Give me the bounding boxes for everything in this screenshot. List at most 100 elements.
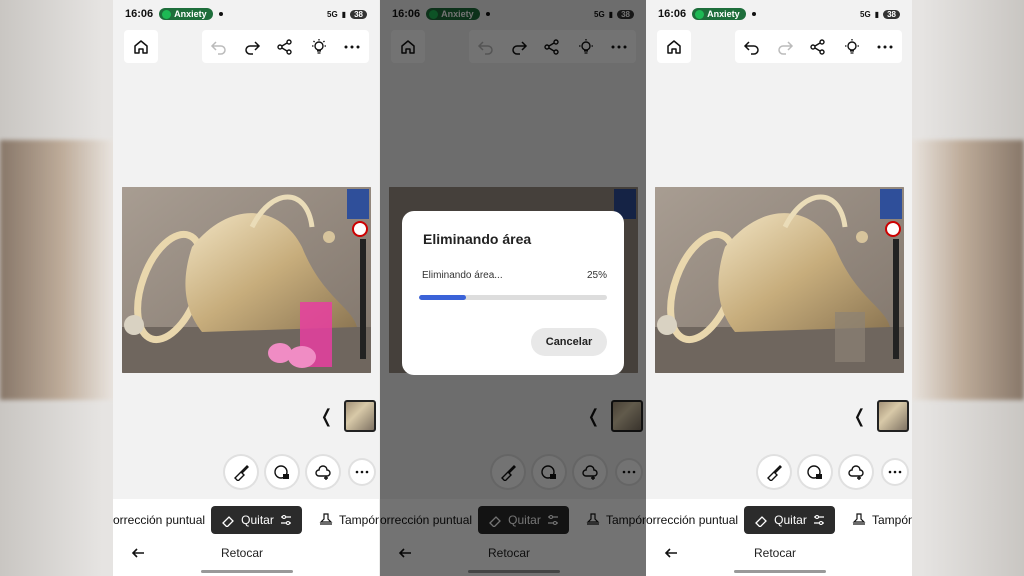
brush-tool-button[interactable] (225, 456, 257, 488)
mode-spot-correction[interactable]: orrección puntual (113, 513, 205, 527)
home-button[interactable] (124, 30, 158, 63)
photo-canvas[interactable] (122, 187, 371, 373)
status-time: 16:06 (125, 8, 154, 20)
undo-button[interactable] (209, 37, 229, 57)
signal-icon: ▮ (341, 9, 347, 19)
spotify-pill[interactable]: Anxiety (692, 8, 746, 20)
status-time: 16:06 (658, 8, 687, 20)
status-right: 5G ▮ 38 (860, 9, 900, 19)
lightbulb-icon (311, 38, 326, 54)
redo-button[interactable] (775, 37, 795, 57)
share-icon (810, 38, 826, 55)
redo-button[interactable] (242, 37, 262, 57)
signal-icon: ▮ (874, 9, 880, 19)
arrow-left-icon[interactable] (664, 546, 678, 560)
home-indicator (734, 570, 826, 573)
phone-screen-processing: 16:06 Anxiety 5G ▮ 38 ❬ or (380, 0, 646, 576)
spotify-label: Anxiety (174, 9, 207, 19)
more-icon (344, 45, 360, 48)
cloud-add-tool-button[interactable] (840, 456, 872, 488)
undo-button[interactable] (742, 37, 762, 57)
mode-selector: orrección puntual Quitar Tampón (646, 506, 912, 534)
mode-spot-correction[interactable]: orrección puntual (646, 513, 738, 527)
dialog-title: Eliminando área (423, 231, 532, 247)
share-icon (277, 38, 293, 55)
mode-stamp[interactable]: Tampón (319, 513, 379, 527)
mode-remove-label: Quitar (774, 513, 807, 527)
progress-percent: 25% (586, 270, 607, 281)
brush-icon (767, 465, 782, 481)
stamp-icon (319, 513, 333, 525)
more-tools-button[interactable] (883, 460, 907, 484)
lightbulb-icon (844, 38, 859, 54)
brush-icon (234, 465, 249, 481)
brush-tool-button[interactable] (758, 456, 790, 488)
more-icon (877, 45, 893, 48)
cloud-add-tool-button[interactable] (307, 456, 339, 488)
spotify-label: Anxiety (707, 9, 740, 19)
tips-button[interactable] (842, 37, 862, 57)
bottom-bar: orrección puntual Quitar Tampón Retocar (113, 499, 379, 576)
progress-track (419, 295, 607, 300)
sliders-icon[interactable] (280, 514, 292, 526)
nav-row: Retocar (664, 543, 912, 563)
mode-remove[interactable]: Quitar (744, 506, 835, 534)
arrow-left-icon[interactable] (131, 546, 145, 560)
spotify-pill[interactable]: Anxiety (159, 8, 213, 20)
battery-icon: 38 (883, 9, 900, 19)
share-button[interactable] (808, 37, 828, 57)
undo-icon (210, 40, 226, 55)
more-icon (888, 470, 902, 474)
thumbnail-image[interactable] (344, 400, 377, 432)
more-button[interactable] (342, 37, 362, 57)
progress-dialog: Eliminando área Eliminando área... 25% C… (402, 211, 624, 375)
cloud-add-icon (848, 465, 864, 480)
mode-stamp[interactable]: Tampón (852, 513, 912, 527)
sculpture-photo (655, 187, 904, 373)
chevron-left-icon[interactable]: ❬ (852, 406, 867, 427)
spotify-icon (695, 9, 705, 19)
phone-screen-after: 16:06 Anxiety 5G ▮ 38 ❬ orrección puntua… (646, 0, 912, 576)
notification-dot (751, 12, 756, 16)
thumbnail-row: ❬ (852, 400, 910, 432)
status-bar: 16:06 Anxiety 5G ▮ 38 (125, 6, 367, 22)
mode-stamp-label: Tampón (339, 513, 379, 527)
tips-button[interactable] (309, 37, 329, 57)
mode-remove[interactable]: Quitar (211, 506, 302, 534)
more-tools-button[interactable] (350, 460, 374, 484)
home-icon (134, 39, 148, 54)
sculpture-photo (122, 187, 371, 373)
redo-icon (778, 40, 794, 55)
tool-buttons (225, 456, 374, 488)
network-label: 5G (860, 9, 871, 19)
bottom-bar: orrección puntual Quitar Tampón Retocar (646, 499, 912, 576)
mode-remove-label: Quitar (241, 513, 274, 527)
eraser-icon (755, 516, 768, 527)
brush-lock-tool-button[interactable] (799, 456, 831, 488)
photo-canvas[interactable] (655, 187, 904, 373)
chevron-left-icon[interactable]: ❬ (319, 406, 334, 427)
thumbnail-image[interactable] (877, 400, 910, 432)
share-button[interactable] (275, 37, 295, 57)
mode-stamp-label: Tampón (872, 513, 912, 527)
more-button[interactable] (875, 37, 895, 57)
home-button[interactable] (657, 30, 691, 63)
eraser-icon (222, 516, 235, 527)
redo-icon (245, 40, 261, 55)
nav-title: Retocar (221, 546, 264, 560)
brush-lock-tool-button[interactable] (266, 456, 298, 488)
sliders-icon[interactable] (813, 514, 825, 526)
nav-row: Retocar (131, 543, 379, 563)
mode-selector: orrección puntual Quitar Tampón (113, 506, 379, 534)
home-indicator (201, 570, 293, 573)
brush-lock-icon (807, 465, 822, 479)
thumbnail-row: ❬ (319, 400, 377, 432)
top-toolbar (735, 30, 902, 63)
spotify-icon (162, 9, 172, 19)
cancel-button[interactable]: Cancelar (531, 328, 607, 356)
nav-title: Retocar (754, 546, 797, 560)
status-bar: 16:06 Anxiety 5G ▮ 38 (658, 6, 900, 22)
phone-screen-before: 16:06 Anxiety 5G ▮ 38 ❬ orrección puntua… (113, 0, 379, 576)
stamp-icon (852, 513, 866, 525)
brush-lock-icon (274, 465, 289, 479)
